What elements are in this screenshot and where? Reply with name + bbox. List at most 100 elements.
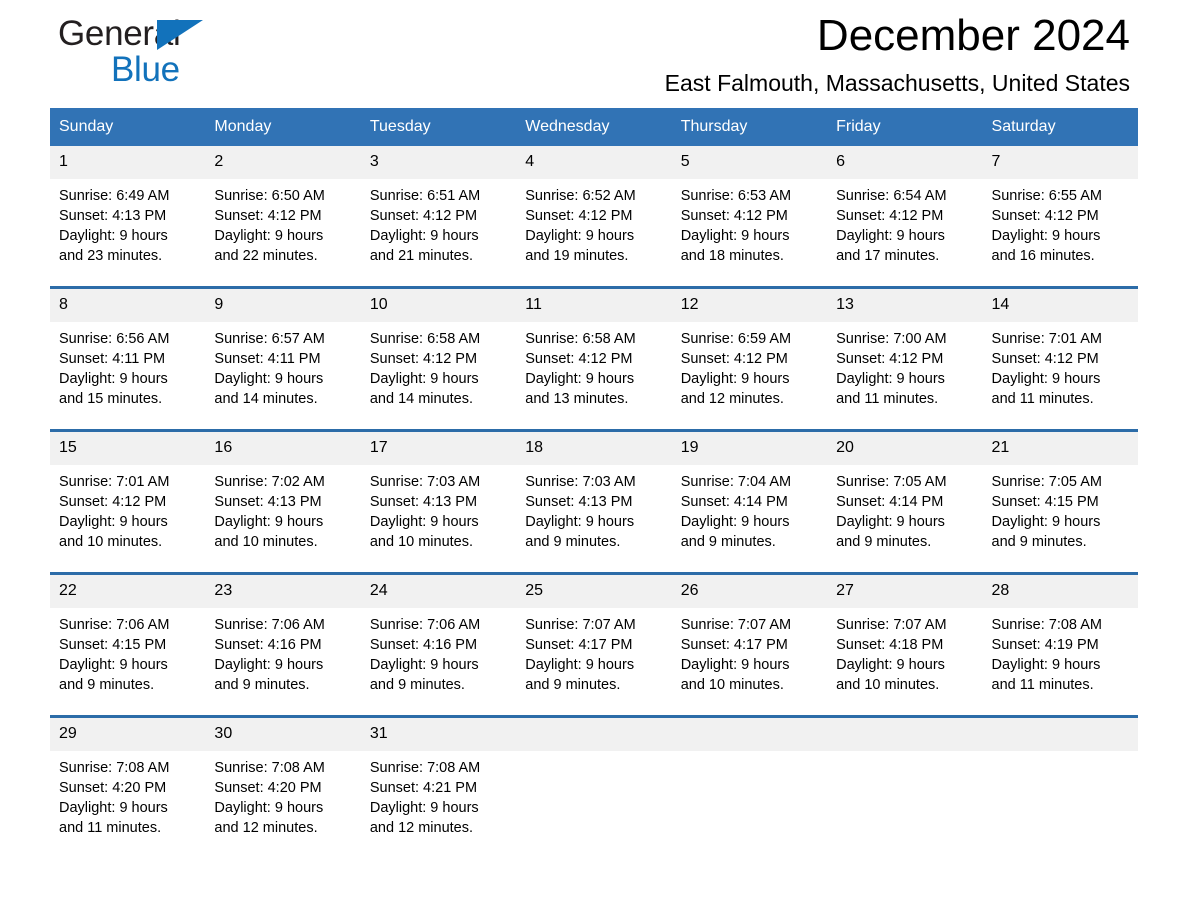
daylight-text-line2: and 10 minutes.: [369, 534, 474, 550]
sunset-text: Sunset: 4:12 PM: [836, 208, 944, 224]
daylight-text-line1: Daylight: 9 hours: [59, 228, 168, 244]
sunrise-text: Sunrise: 6:52 AM: [525, 188, 636, 204]
day-number[interactable]: 30: [205, 718, 361, 751]
day-number-empty: [982, 718, 1138, 751]
daylight-text-line1: Daylight: 9 hours: [525, 228, 635, 244]
day-number[interactable]: 18: [516, 432, 672, 465]
day-number[interactable]: 1: [50, 146, 206, 179]
blue-triangle-icon: [157, 20, 203, 50]
day-cell: Sunrise: 7:08 AM Sunset: 4:20 PM Dayligh…: [205, 751, 361, 858]
daylight-text-line1: Daylight: 9 hours: [59, 800, 168, 816]
day-cell: Sunrise: 7:06 AM Sunset: 4:16 PM Dayligh…: [360, 608, 517, 715]
day-cell: Sunrise: 7:05 AM Sunset: 4:15 PM Dayligh…: [982, 465, 1138, 572]
sunset-text: Sunset: 4:12 PM: [836, 351, 944, 367]
day-number[interactable]: 11: [516, 289, 672, 322]
weekday-header-monday: Monday: [205, 108, 361, 146]
daylight-text-line1: Daylight: 9 hours: [525, 514, 635, 530]
daylight-text-line2: and 11 minutes.: [836, 391, 939, 407]
daylight-text-line1: Daylight: 9 hours: [59, 514, 168, 530]
sunset-text: Sunset: 4:12 PM: [59, 494, 167, 510]
day-number[interactable]: 24: [360, 575, 517, 608]
sunset-text: Sunset: 4:14 PM: [680, 494, 788, 510]
day-number[interactable]: 14: [982, 289, 1138, 322]
sunrise-text: Sunrise: 7:05 AM: [836, 474, 947, 490]
day-number[interactable]: 26: [671, 575, 828, 608]
daylight-text-line1: Daylight: 9 hours: [836, 371, 945, 387]
daylight-text-line2: and 11 minutes.: [991, 677, 1094, 693]
sunrise-text: Sunrise: 6:54 AM: [836, 188, 947, 204]
daylight-text-line2: and 12 minutes.: [214, 820, 318, 836]
day-number[interactable]: 29: [50, 718, 206, 751]
sunrise-text: Sunrise: 7:06 AM: [369, 617, 481, 633]
day-cell: Sunrise: 7:08 AM Sunset: 4:21 PM Dayligh…: [360, 751, 517, 858]
day-number[interactable]: 28: [982, 575, 1138, 608]
sunrise-text: Sunrise: 7:08 AM: [59, 760, 170, 776]
day-number[interactable]: 8: [50, 289, 206, 322]
sunrise-text: Sunrise: 6:58 AM: [525, 331, 636, 347]
day-number[interactable]: 12: [671, 289, 828, 322]
day-number[interactable]: 4: [516, 146, 672, 179]
day-number[interactable]: 17: [360, 432, 517, 465]
sunrise-text: Sunrise: 6:53 AM: [680, 188, 792, 204]
day-number[interactable]: 9: [205, 289, 361, 322]
sunset-text: Sunset: 4:19 PM: [991, 637, 1099, 653]
day-cell: Sunrise: 6:51 AM Sunset: 4:12 PM Dayligh…: [360, 179, 517, 286]
daylight-text-line1: Daylight: 9 hours: [836, 514, 945, 530]
day-number[interactable]: 5: [671, 146, 828, 179]
daylight-text-line1: Daylight: 9 hours: [214, 514, 324, 530]
sunset-text: Sunset: 4:12 PM: [525, 208, 633, 224]
day-number[interactable]: 13: [827, 289, 983, 322]
day-number[interactable]: 6: [827, 146, 983, 179]
daylight-text-line1: Daylight: 9 hours: [991, 371, 1101, 387]
sunset-text: Sunset: 4:11 PM: [59, 351, 166, 367]
daylight-text-line1: Daylight: 9 hours: [369, 514, 479, 530]
daynum-row: 22 23 24 25 26 27 28: [50, 575, 1138, 608]
daylight-text-line2: and 9 minutes.: [836, 534, 932, 550]
sunset-text: Sunset: 4:13 PM: [369, 494, 478, 510]
sunrise-text: Sunrise: 6:49 AM: [59, 188, 170, 204]
day-number[interactable]: 27: [827, 575, 983, 608]
day-cell: Sunrise: 7:03 AM Sunset: 4:13 PM Dayligh…: [360, 465, 517, 572]
daylight-text-line2: and 9 minutes.: [525, 677, 621, 693]
sunrise-text: Sunrise: 7:01 AM: [991, 331, 1102, 347]
day-cell: Sunrise: 7:01 AM Sunset: 4:12 PM Dayligh…: [982, 322, 1138, 429]
day-cell: Sunrise: 6:54 AM Sunset: 4:12 PM Dayligh…: [827, 179, 983, 286]
day-number[interactable]: 23: [205, 575, 361, 608]
daylight-text-line2: and 10 minutes.: [680, 677, 784, 693]
sunrise-text: Sunrise: 6:50 AM: [214, 188, 325, 204]
daylight-text-line1: Daylight: 9 hours: [836, 228, 945, 244]
day-number[interactable]: 19: [671, 432, 828, 465]
day-number[interactable]: 15: [50, 432, 206, 465]
sunrise-text: Sunrise: 6:58 AM: [369, 331, 481, 347]
day-number[interactable]: 21: [982, 432, 1138, 465]
sunrise-text: Sunrise: 7:07 AM: [525, 617, 636, 633]
day-cell: Sunrise: 7:06 AM Sunset: 4:16 PM Dayligh…: [205, 608, 361, 715]
sunrise-text: Sunrise: 6:55 AM: [991, 188, 1102, 204]
day-number[interactable]: 25: [516, 575, 672, 608]
daylight-text-line2: and 10 minutes.: [59, 534, 163, 550]
day-number[interactable]: 22: [50, 575, 206, 608]
daylight-text-line1: Daylight: 9 hours: [525, 371, 635, 387]
sunrise-text: Sunrise: 7:00 AM: [836, 331, 947, 347]
day-number[interactable]: 10: [360, 289, 517, 322]
page-header: General Blue December 2024 East Falmouth…: [50, 0, 1138, 108]
sunrise-text: Sunrise: 6:57 AM: [214, 331, 325, 347]
sunset-text: Sunset: 4:15 PM: [991, 494, 1099, 510]
day-cell: Sunrise: 6:55 AM Sunset: 4:12 PM Dayligh…: [982, 179, 1138, 286]
daylight-text-line1: Daylight: 9 hours: [680, 657, 790, 673]
brand-name-blue: Blue: [111, 50, 180, 89]
daylight-text-line1: Daylight: 9 hours: [214, 228, 324, 244]
day-number[interactable]: 20: [827, 432, 983, 465]
sunset-text: Sunset: 4:21 PM: [369, 780, 478, 796]
day-number-empty: [671, 718, 828, 751]
day-number[interactable]: 16: [205, 432, 361, 465]
day-cell-empty: [982, 751, 1138, 858]
day-number[interactable]: 3: [360, 146, 517, 179]
day-cell: Sunrise: 7:06 AM Sunset: 4:15 PM Dayligh…: [50, 608, 206, 715]
day-number[interactable]: 2: [205, 146, 361, 179]
day-number[interactable]: 31: [360, 718, 517, 751]
day-cell: Sunrise: 6:59 AM Sunset: 4:12 PM Dayligh…: [671, 322, 828, 429]
daynum-row: 8 9 10 11 12 13 14: [50, 289, 1138, 322]
day-number[interactable]: 7: [982, 146, 1138, 179]
day-cell: Sunrise: 7:01 AM Sunset: 4:12 PM Dayligh…: [50, 465, 206, 572]
